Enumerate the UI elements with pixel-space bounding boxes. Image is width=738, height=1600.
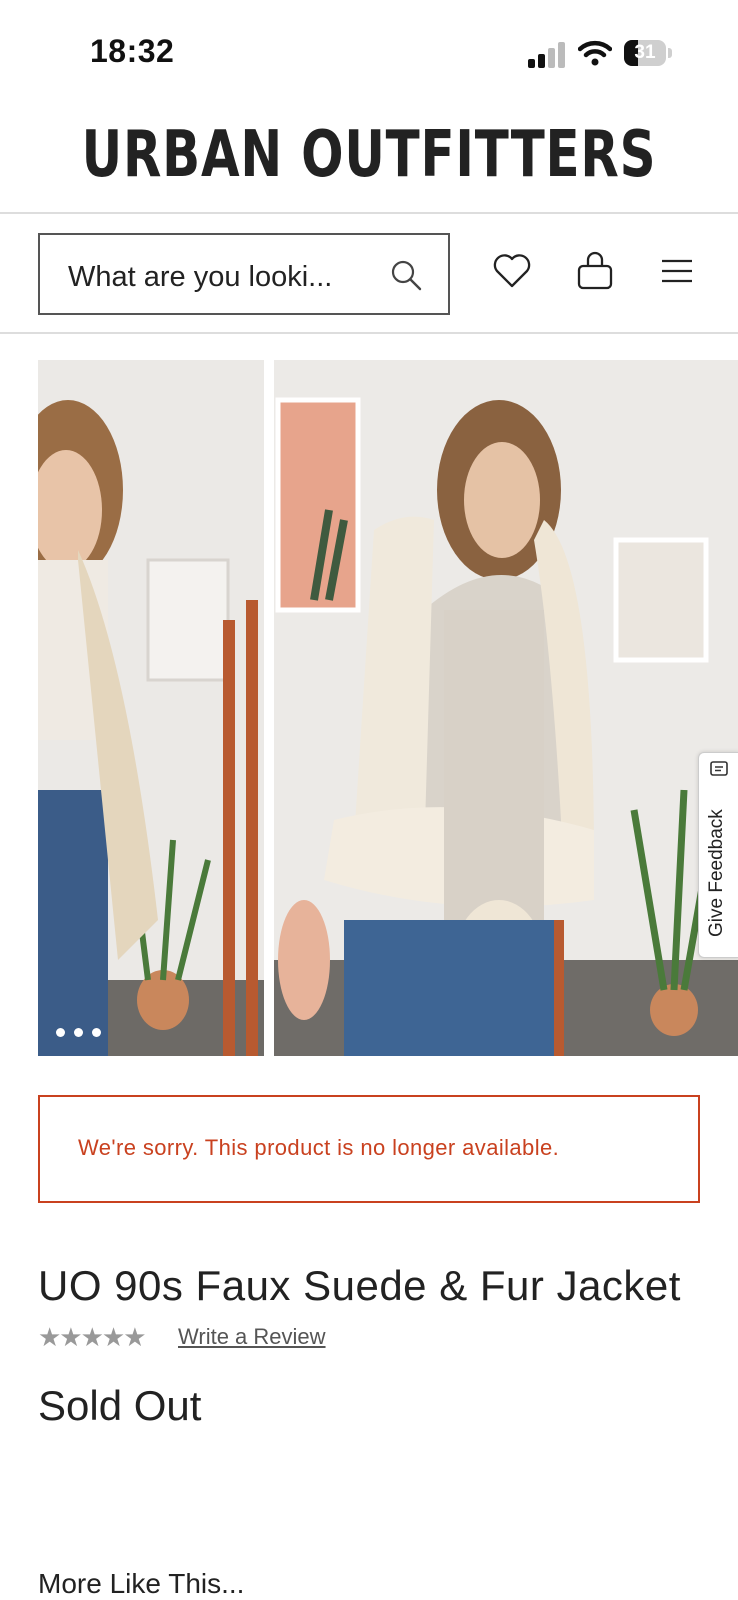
more-like-this-heading: More Like This... [38,1568,245,1599]
divider [0,212,738,214]
product-price-status: Sold Out [38,1382,202,1429]
brand-logo[interactable]: URBAN OUTFITTERS [81,118,657,192]
battery-icon: 31 [624,40,672,66]
search-input[interactable]: What are you looki... [38,233,450,315]
status-bar: 18:32 31 [0,0,738,100]
search-icon[interactable] [390,259,422,291]
shopping-bag-icon[interactable] [575,251,615,291]
write-review-link[interactable]: Write a Review [178,1324,326,1350]
product-image-side[interactable]: 20 [274,360,738,1056]
alert-message: We're sorry. This product is no longer a… [78,1135,560,1160]
status-time: 18:32 [90,33,175,69]
product-image-front[interactable] [38,360,264,1056]
wishlist-heart-icon[interactable] [492,253,532,289]
product-image-gallery[interactable]: 20 [38,360,738,1056]
carousel-dots[interactable] [56,1024,110,1042]
give-feedback-tab[interactable]: Give Feedback [698,752,738,958]
feedback-icon [710,761,728,776]
divider [0,332,738,334]
menu-icon[interactable] [660,258,694,284]
feedback-label: Give Feedback [706,809,727,937]
cellular-signal-icon [528,40,568,68]
product-title: UO 90s Faux Suede & Fur Jacket [38,1262,681,1309]
unavailable-alert: We're sorry. This product is no longer a… [38,1095,700,1203]
search-placeholder: What are you looki... [68,261,333,293]
wifi-icon [578,40,612,66]
star-rating: ★★★★★ [38,1322,147,1352]
battery-level: 31 [634,42,656,63]
